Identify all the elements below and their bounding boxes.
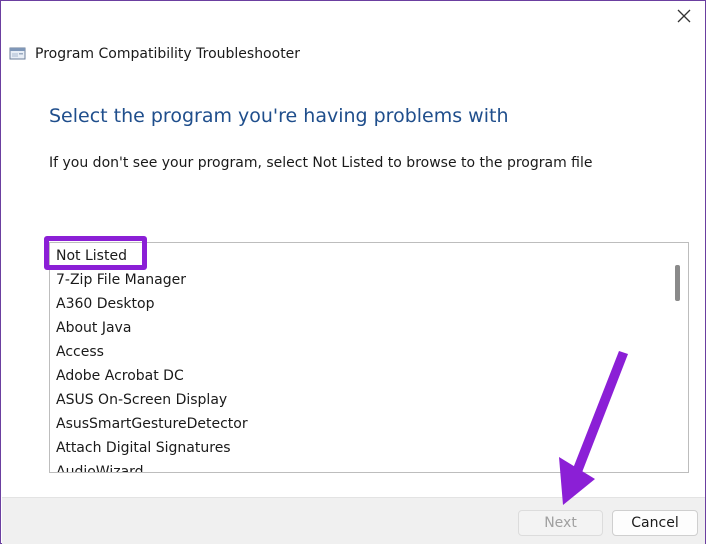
vertical-scrollbar[interactable] — [667, 243, 688, 472]
cancel-button[interactable]: Cancel — [612, 510, 698, 536]
annotation-highlight-box — [44, 236, 147, 270]
list-item[interactable]: 7-Zip File Manager — [50, 268, 668, 292]
list-item[interactable]: A360 Desktop — [50, 292, 668, 316]
page-heading: Select the program you're having problem… — [49, 105, 509, 127]
annotation-arrow-icon — [559, 351, 628, 505]
close-button[interactable] — [669, 3, 699, 29]
list-item[interactable]: About Java — [50, 316, 668, 340]
close-icon — [677, 9, 691, 23]
troubleshooter-window: Program Compatibility Troubleshooter Sel… — [0, 0, 706, 544]
troubleshooter-app-icon — [9, 47, 26, 60]
scrollbar-thumb[interactable] — [675, 265, 680, 301]
next-button[interactable]: Next — [518, 510, 603, 536]
window-title: Program Compatibility Troubleshooter — [35, 46, 301, 62]
title-bar: Program Compatibility Troubleshooter — [9, 43, 300, 65]
instruction-text: If you don't see your program, select No… — [49, 155, 593, 171]
